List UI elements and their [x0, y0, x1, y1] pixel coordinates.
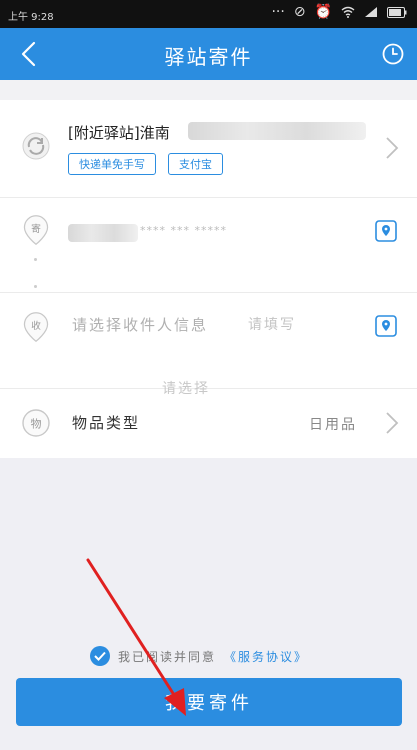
shipping-form-card: [附近驿站]淮南 快递单免手写 支付宝 寄 **** *** ***** 收 物: [0, 100, 417, 458]
signal-icon: [365, 7, 377, 17]
receiver-location-icon[interactable]: [375, 315, 397, 337]
submit-shipment-button[interactable]: 我要寄件: [16, 678, 402, 726]
tag-alipay[interactable]: 支付宝: [168, 153, 223, 175]
station-label: [附近驿站]淮南: [68, 124, 170, 142]
goods-icon: 物: [22, 409, 50, 437]
goods-type-label: 物品类型: [72, 414, 141, 432]
receiver-pin-icon: 收: [23, 312, 49, 343]
goods-type-value: 日用品: [309, 417, 357, 433]
chevron-right-icon: [386, 137, 399, 159]
station-address-redacted: [188, 122, 366, 140]
receiver-row[interactable]: 收: [0, 292, 417, 388]
wifi-icon: [341, 6, 355, 18]
sender-name-redacted: [68, 224, 138, 242]
navigation-bar: 驿站寄件: [0, 28, 417, 80]
station-row[interactable]: [附近驿站]淮南 快递单免手写 支付宝: [0, 100, 417, 198]
svg-text:寄: 寄: [31, 222, 41, 235]
sender-phone: **** *** *****: [140, 224, 227, 237]
status-icons: ··· ⊘ ⏰: [271, 4, 407, 20]
mute-icon: ⊘: [293, 4, 306, 20]
receiver-placeholder[interactable]: 请选择收件人信息: [72, 314, 208, 335]
status-time: 上午 9:28: [8, 12, 54, 23]
station-tags: 快递单免手写 支付宝: [68, 153, 223, 175]
spacer: [0, 80, 417, 100]
sender-pin-icon: 寄: [23, 215, 49, 246]
more-icon: ···: [271, 4, 285, 20]
sender-location-icon[interactable]: [375, 220, 397, 242]
service-agreement-link[interactable]: 《服务协议》: [224, 648, 308, 665]
page-title: 驿站寄件: [164, 45, 253, 69]
tag-no-handwriting[interactable]: 快递单免手写: [68, 153, 156, 175]
agreement-row: 我已阅读并同意 《服务协议》: [90, 646, 308, 666]
sender-row[interactable]: 寄 **** *** *****: [0, 198, 417, 292]
status-bar: 上午 9:28 ··· ⊘ ⏰: [0, 0, 417, 28]
history-button[interactable]: [381, 42, 405, 66]
clock-icon: [382, 43, 404, 65]
alarm-icon: ⏰: [314, 4, 332, 20]
svg-text:物: 物: [31, 417, 42, 431]
agreement-text: 我已阅读并同意: [118, 649, 217, 664]
battery-icon: [387, 6, 407, 18]
ghost-hint-select: 请选择: [162, 381, 210, 397]
ghost-hint-fill: 请填写: [248, 317, 296, 333]
station-refresh-icon: [22, 132, 50, 160]
agreement-checkbox[interactable]: [90, 646, 110, 666]
chevron-right-icon: [386, 412, 399, 434]
svg-text:收: 收: [31, 319, 41, 332]
check-icon: [94, 651, 106, 661]
